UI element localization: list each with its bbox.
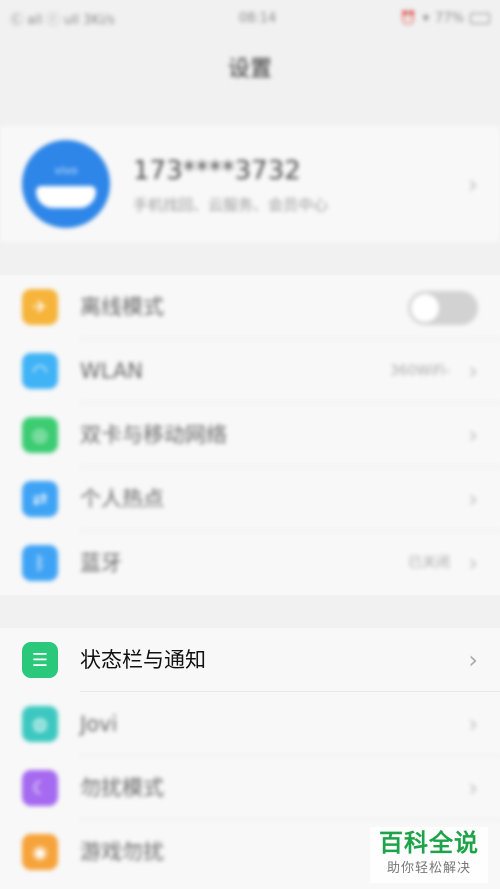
setting-status-bar-notifications[interactable]: ☰ 状态栏与通知 ›	[0, 628, 500, 692]
setting-label: 个人热点	[80, 487, 164, 511]
avatar-shape	[36, 186, 96, 208]
chevron-right-icon: ›	[468, 774, 478, 802]
page-title: 设置	[227, 57, 272, 82]
chevron-right-icon: ›	[467, 170, 478, 200]
setting-value: 已关闭	[408, 555, 450, 571]
chevron-right-icon: ›	[468, 421, 478, 449]
setting-dual-sim[interactable]: ◎ 双卡与移动网络 ›	[0, 403, 500, 467]
setting-airplane-mode[interactable]: ✈ 离线模式	[0, 275, 500, 339]
signal-info: Ⓒ all ⓡ ull 3Ki/s	[10, 12, 115, 28]
setting-label: 双卡与移动网络	[80, 423, 227, 447]
setting-label: WLAN	[80, 359, 144, 383]
page-header: 设置	[0, 36, 500, 98]
watermark-subtitle: 助你轻松解决	[386, 861, 471, 876]
account-card[interactable]: vivo 173****3732 手机找回、云服务、会员中心 ›	[0, 126, 500, 242]
account-subtitle: 手机找回、云服务、会员中心	[133, 196, 329, 214]
hotspot-icon: ⇄	[22, 481, 58, 517]
account-name: 173****3732	[133, 156, 301, 186]
globe-icon: ◎	[22, 417, 58, 453]
setting-value: 360WiFi-	[389, 363, 450, 379]
setting-label: 蓝牙	[80, 551, 122, 575]
setting-label: 勿扰模式	[80, 776, 164, 800]
avatar: vivo	[22, 140, 110, 228]
setting-hotspot[interactable]: ⇄ 个人热点 ›	[0, 467, 500, 531]
battery-icon	[470, 12, 490, 24]
setting-jovi[interactable]: ◍ Jovi ›	[0, 692, 500, 756]
setting-label: Jovi	[80, 712, 118, 736]
clock: 08:14	[238, 10, 277, 26]
battery-level: 77%	[435, 10, 464, 26]
avatar-brand: vivo	[54, 164, 78, 177]
setting-label: 游戏勿扰	[80, 840, 164, 864]
setting-do-not-disturb[interactable]: ☾ 勿扰模式 ›	[0, 756, 500, 820]
watermark-title: 百科全说	[379, 829, 479, 857]
moon-icon: ☾	[22, 770, 58, 806]
watermark-logo: 百科全说 助你轻松解决	[370, 827, 488, 883]
chevron-right-icon: ›	[468, 485, 478, 513]
airplane-icon: ✈	[22, 289, 58, 325]
wifi-status-icon: ▾	[422, 10, 430, 26]
wifi-icon: ◠	[22, 353, 58, 389]
status-bar: Ⓒ all ⓡ ull 3Ki/s 08:14 ⏰ ▾ 77%	[0, 0, 500, 36]
bluetooth-icon: ᛒ	[22, 545, 58, 581]
network-settings-group: ✈ 离线模式 ◠ WLAN 360WiFi- › ◎ 双卡与移动网络 › ⇄ 个…	[0, 275, 500, 595]
setting-wlan[interactable]: ◠ WLAN 360WiFi- ›	[0, 339, 500, 403]
chevron-right-icon: ›	[468, 549, 478, 577]
setting-label: 离线模式	[80, 295, 164, 319]
notification-icon: ☰	[22, 642, 58, 678]
setting-bluetooth[interactable]: ᛒ 蓝牙 已关闭 ›	[0, 531, 500, 595]
airplane-mode-toggle[interactable]	[408, 291, 478, 325]
alarm-icon: ⏰	[400, 10, 417, 26]
setting-label: 状态栏与通知	[80, 648, 206, 672]
chevron-right-icon: ›	[468, 357, 478, 385]
jovi-icon: ◍	[22, 706, 58, 742]
toggle-knob	[411, 294, 439, 322]
game-icon: ◉	[22, 834, 58, 870]
chevron-right-icon: ›	[468, 646, 478, 674]
chevron-right-icon: ›	[468, 710, 478, 738]
status-right: ⏰ ▾ 77%	[400, 11, 490, 26]
